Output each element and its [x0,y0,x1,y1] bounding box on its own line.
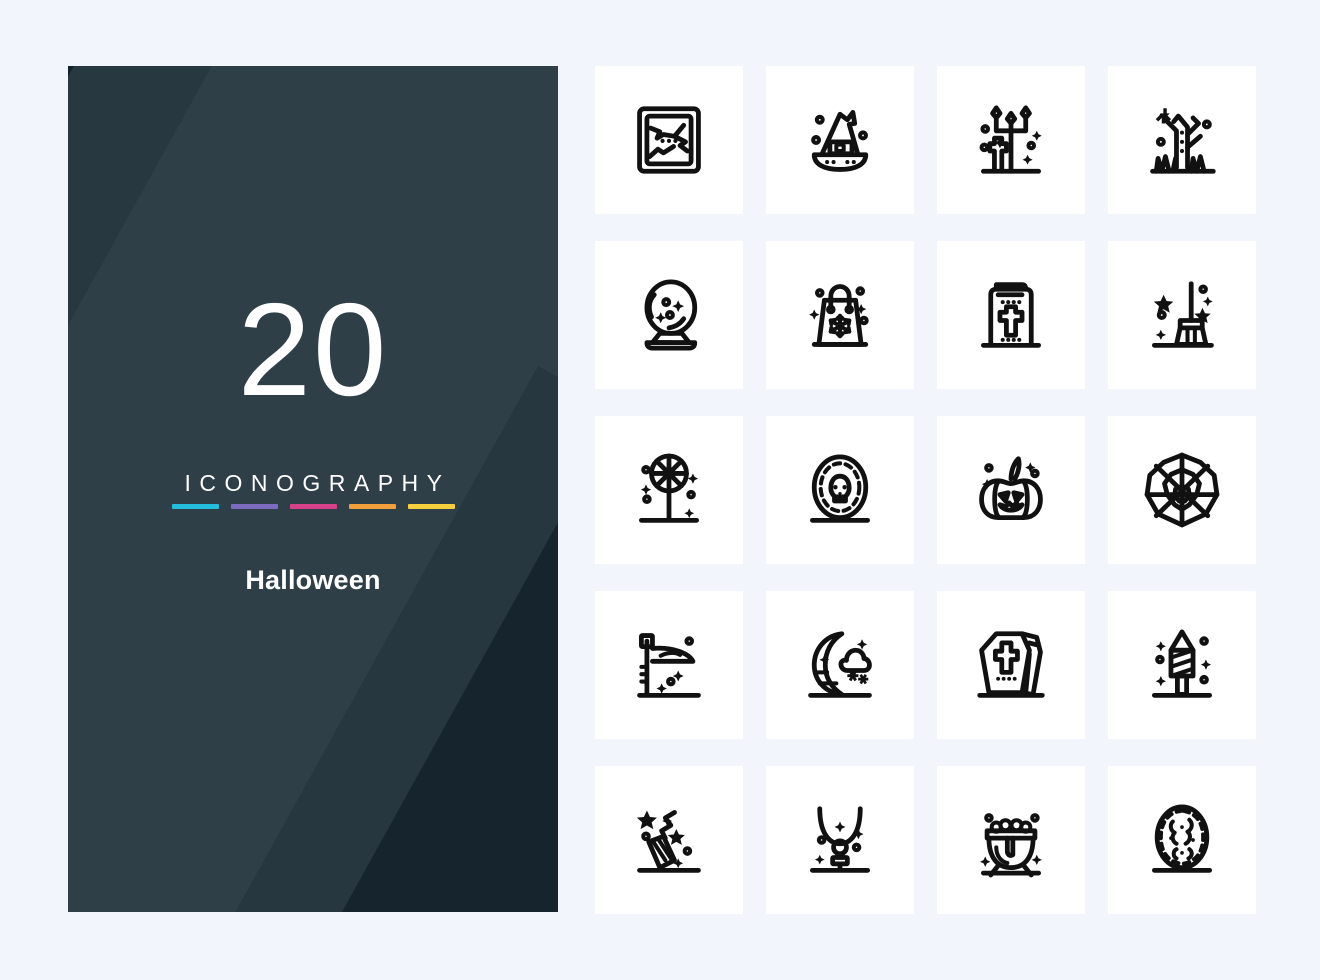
scythe-icon [637,633,701,698]
icon-grid [595,66,1256,914]
moon-cloud-icon [808,631,872,698]
icon-card[interactable] [595,766,743,914]
icon-card[interactable] [1108,591,1256,739]
spider-web-icon [1144,452,1220,528]
accent-bar-orange [348,504,396,509]
dead-tree-icon [1150,108,1216,174]
firecracker-icon [636,810,701,873]
lollipop-icon [639,453,699,523]
accent-bar-purple [230,504,278,509]
accent-rule [171,504,455,509]
skull-coin-icon [810,454,870,523]
icon-card[interactable] [766,766,914,914]
witch-hat-icon [811,110,869,172]
icon-card[interactable] [937,416,1085,564]
icon-card[interactable] [1108,766,1256,914]
icon-card[interactable] [937,766,1085,914]
icon-card[interactable] [595,241,743,389]
trick-or-treat-bag-icon [809,284,869,347]
broken-window-icon [637,106,701,174]
crystal-ball-icon [644,279,698,351]
cover-panel: 20 ICONOGRAPHY Halloween [68,66,558,912]
icon-card[interactable] [937,66,1085,214]
tombstone-icon [981,282,1041,348]
icon-card[interactable] [937,591,1085,739]
firework-rocket-icon [1152,629,1212,698]
poster-canvas: 20 ICONOGRAPHY Halloween [0,0,1320,980]
icon-count: 20 [237,276,389,423]
wordmark-iconography: ICONOGRAPHY [184,470,451,496]
icon-card[interactable] [766,591,914,739]
icon-card[interactable] [1108,66,1256,214]
icon-card[interactable] [937,241,1085,389]
accent-bar-pink [289,504,337,509]
icon-card[interactable] [766,66,914,214]
accent-bar-cyan [171,504,219,509]
category-title: Halloween [245,565,381,595]
icon-card[interactable] [1108,241,1256,389]
coffin-icon [977,631,1045,698]
pitchfork-grave-icon [979,105,1042,174]
brain-icon [1152,804,1212,873]
icon-card[interactable] [1108,416,1256,564]
pumpkin-icon [979,456,1043,520]
icon-card[interactable] [595,66,743,214]
icon-card[interactable] [766,416,914,564]
icon-card[interactable] [595,591,743,739]
cauldron-icon [980,813,1042,878]
magic-amulet-icon [810,806,870,873]
accent-bar-yellow [407,504,455,509]
broom-icon [1152,281,1214,348]
icon-card[interactable] [766,241,914,389]
icon-card[interactable] [595,416,743,564]
